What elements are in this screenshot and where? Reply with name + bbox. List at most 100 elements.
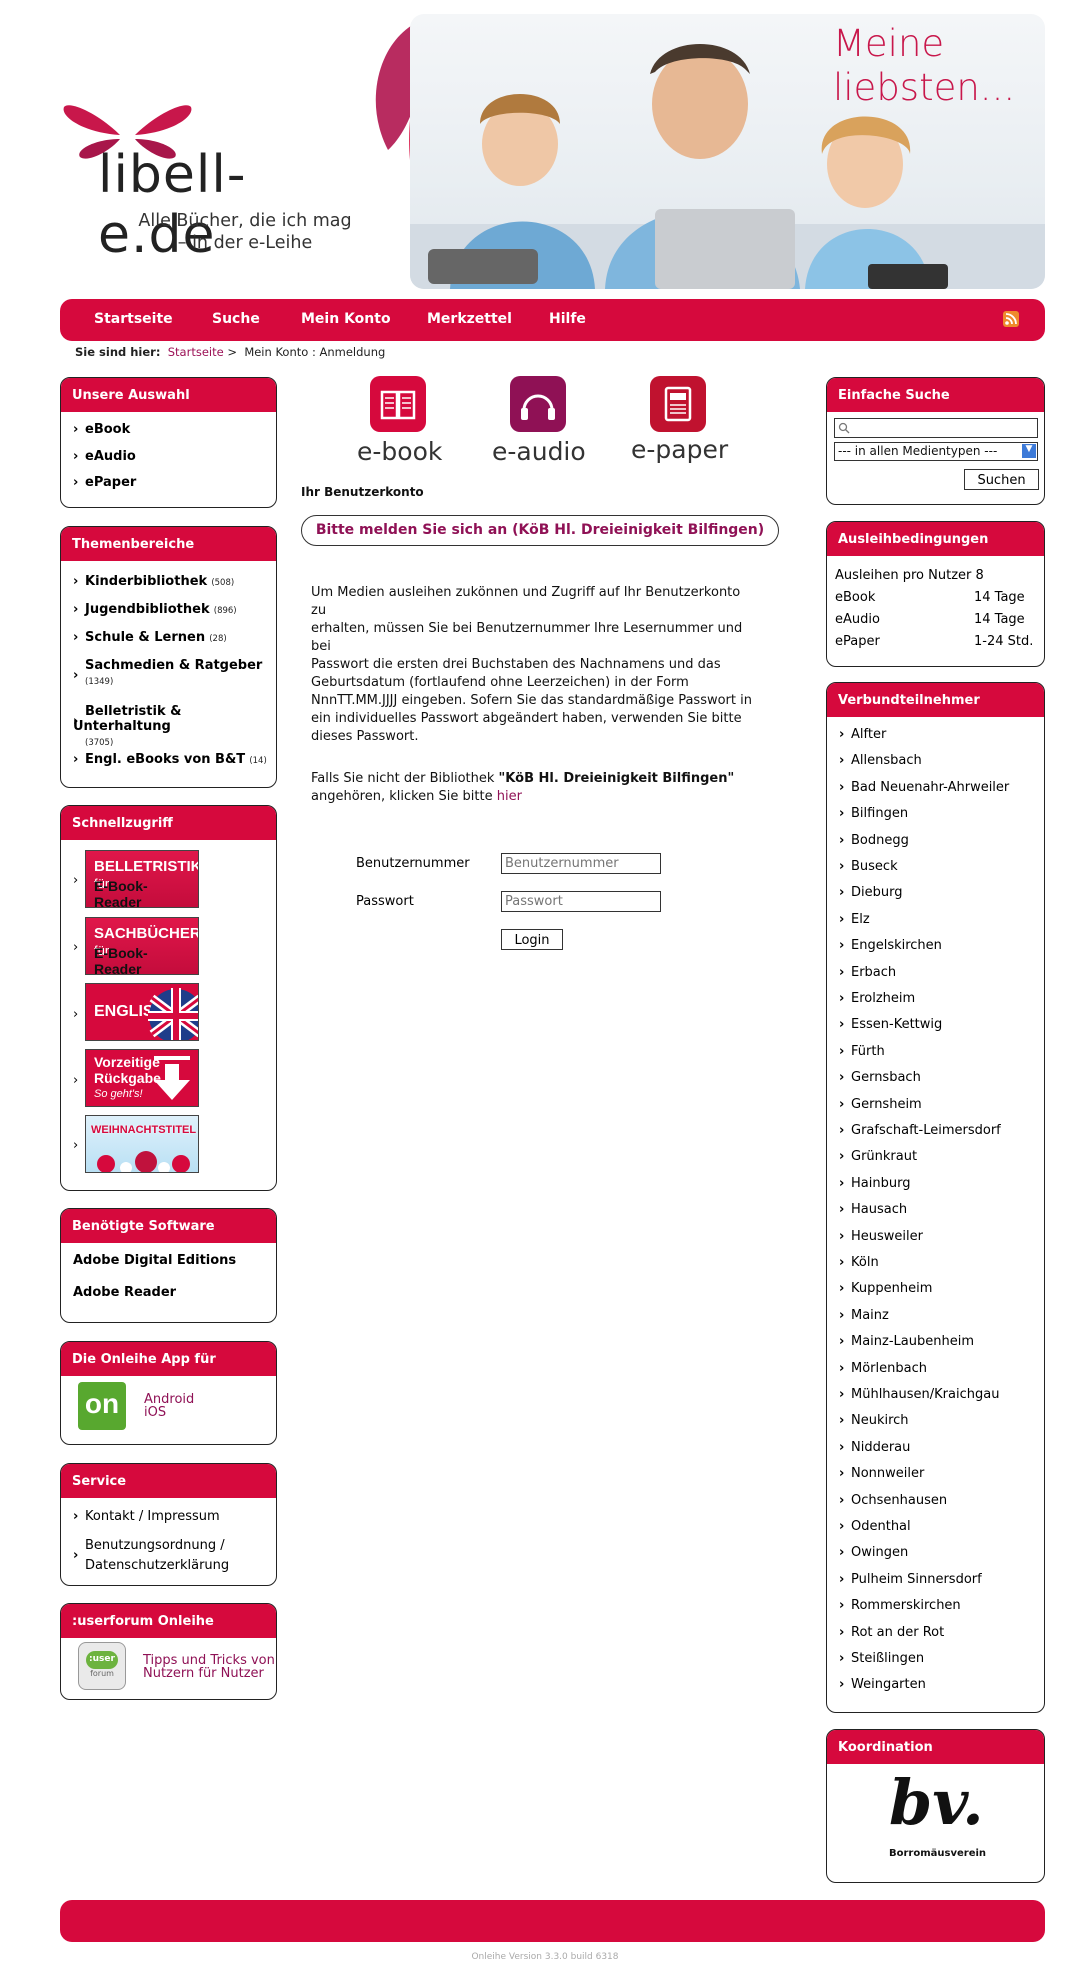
verbund-item[interactable]: › Heusweiler <box>839 1229 923 1244</box>
password-input[interactable] <box>501 891 661 912</box>
verbund-item[interactable]: › Kuppenheim <box>839 1281 932 1296</box>
promo-english[interactable]: ENGLISH <box>85 983 199 1041</box>
search-button[interactable]: Suchen <box>964 469 1039 490</box>
verbund-item[interactable]: › Rommerskirchen <box>839 1598 961 1613</box>
uk-flag-icon <box>148 988 198 1040</box>
verbund-item[interactable]: › Fürth <box>839 1044 885 1059</box>
verbund-item[interactable]: › Köln <box>839 1255 879 1270</box>
verbund-item[interactable]: › Bad Neuenahr-Ahrweiler <box>839 780 1009 795</box>
verbund-item[interactable]: › Neukirch <box>839 1413 909 1428</box>
auswahl-epaper-link[interactable]: › ePaper <box>73 475 136 490</box>
software-adobe-reader-link[interactable]: Adobe Reader <box>73 1285 176 1300</box>
chevron-right-icon: › <box>839 1624 845 1640</box>
version-text: Onleihe Version 3.3.0 build 6318 <box>471 1952 619 1962</box>
site-logo[interactable]: libell-e.de Alle Bücher, die ich mag – i… <box>60 95 360 275</box>
verbund-item[interactable]: › Mainz-Laubenheim <box>839 1334 974 1349</box>
verbund-item[interactable]: › Grünkraut <box>839 1149 917 1164</box>
eaudio-tile[interactable] <box>510 376 566 432</box>
themen-item[interactable]: › Kinderbibliothek (508) <box>73 574 234 589</box>
chevron-right-icon: › <box>73 714 79 729</box>
themen-item[interactable]: › Schule & Lernen (28) <box>73 630 227 645</box>
verbund-item[interactable]: › Nonnweiler <box>839 1466 924 1481</box>
verbund-item[interactable]: › Erbach <box>839 965 896 980</box>
verbund-item[interactable]: › Weingarten <box>839 1677 926 1692</box>
themen-item[interactable]: › Jugendbibliothek (896) <box>73 602 237 617</box>
verbund-item[interactable]: › Rot an der Rot <box>839 1625 944 1640</box>
verbund-item[interactable]: › Buseck <box>839 859 898 874</box>
account-heading: Ihr Benutzerkonto <box>301 485 424 499</box>
other-library-link[interactable]: hier <box>497 789 522 804</box>
box-verbundteilnehmer: Verbundteilnehmer › Alfter › Allensbach › Bad… <box>826 682 1045 1713</box>
username-input[interactable] <box>501 853 661 874</box>
footer-bar <box>60 1900 1045 1942</box>
themen-item[interactable]: › Belletristik & Unterhaltung (3705) <box>73 704 273 749</box>
verbund-item[interactable]: › Steißlingen <box>839 1651 924 1666</box>
verbund-item[interactable]: › Hausach <box>839 1202 907 1217</box>
search-icon <box>838 422 850 434</box>
login-button[interactable]: Login <box>501 929 563 950</box>
service-benutzungsordnung-link[interactable]: › Benutzungsordnung / Datenschutzerklärung <box>73 1536 229 1576</box>
verbund-item[interactable]: › Essen-Kettwig <box>839 1017 942 1032</box>
verbund-item[interactable]: › Allensbach <box>839 753 922 768</box>
verbund-item[interactable]: › Bodnegg <box>839 833 909 848</box>
promo-belletristik[interactable]: BELLETRISTIK für E-Book- Reader <box>85 850 199 908</box>
nav-startseite[interactable]: Startseite <box>94 311 173 327</box>
promo-sachbuecher[interactable]: SACHBÜCHER für E-Book- Reader <box>85 917 199 975</box>
verbund-item[interactable]: › Gernsbach <box>839 1070 921 1085</box>
verbund-item[interactable]: › Mainz <box>839 1308 889 1323</box>
verbund-item[interactable]: › Erolzheim <box>839 991 915 1006</box>
chevron-right-icon: › <box>73 940 79 955</box>
verbund-item[interactable]: › Pulheim Sinnersdorf <box>839 1572 982 1587</box>
nav-hilfe[interactable]: Hilfe <box>549 311 586 327</box>
chevron-right-icon: › <box>839 1202 845 1218</box>
verbund-item[interactable]: › Odenthal <box>839 1519 911 1534</box>
breadcrumb-home-link[interactable]: Startseite <box>168 345 224 359</box>
box-title: Themenbereiche <box>61 527 276 561</box>
ebook-tile[interactable] <box>370 376 426 432</box>
search-input[interactable] <box>834 418 1038 438</box>
themen-item[interactable]: › Sachmedien & Ratgeber (1349) <box>73 658 268 688</box>
software-adobe-de-link[interactable]: Adobe Digital Editions <box>73 1253 236 1268</box>
chevron-right-icon: › <box>73 602 79 617</box>
verbund-item[interactable]: › Owingen <box>839 1545 908 1560</box>
app-ios-link[interactable]: iOS <box>144 1405 166 1420</box>
verbund-item[interactable]: › Dieburg <box>839 885 902 900</box>
nav-suche[interactable]: Suche <box>212 311 260 327</box>
promo-rueckgabe[interactable]: Vorzeitige Rückgabe So geht's! <box>85 1049 199 1107</box>
nav-merkzettel[interactable]: Merkzettel <box>427 311 512 327</box>
verbund-item[interactable]: › Nidderau <box>839 1440 910 1455</box>
epaper-tile[interactable] <box>650 376 706 432</box>
chevron-right-icon: › <box>839 1492 845 1508</box>
verbund-item[interactable]: › Bilfingen <box>839 806 908 821</box>
chevron-right-icon: › <box>839 1360 845 1376</box>
login-info-text: Um Medien ausleihen zukönnen und Zugriff… <box>311 585 752 744</box>
service-kontakt-link[interactable]: › Kontakt / Impressum <box>73 1509 220 1524</box>
verbund-item[interactable]: › Engelskirchen <box>839 938 942 953</box>
mediatype-select[interactable]: --- in allen Medientypen --- ▼ <box>834 442 1038 461</box>
verbund-item[interactable]: › Elz <box>839 912 870 927</box>
verbund-item[interactable]: › Mühlhausen/Kraichgau <box>839 1387 999 1402</box>
verbund-item[interactable]: › Hainburg <box>839 1176 910 1191</box>
box-title: Unsere Auswahl <box>61 378 276 412</box>
chevron-right-icon: › <box>839 1307 845 1323</box>
promo-weihnachtstitel[interactable]: WEIHNACHTSTITEL <box>85 1115 199 1173</box>
nav-mein-konto[interactable]: Mein Konto <box>301 311 391 327</box>
chevron-right-icon: › <box>839 1519 845 1534</box>
box-title: Schnellzugriff <box>61 806 276 840</box>
themen-item[interactable]: › Engl. eBooks von B&T (14) <box>73 752 267 767</box>
borromaeusverein-logo[interactable]: bv. <box>889 1772 984 1834</box>
verbund-item[interactable]: › Mörlenbach <box>839 1361 927 1376</box>
rss-icon[interactable] <box>1003 311 1019 327</box>
chevron-right-icon: › <box>839 1598 845 1614</box>
chevron-right-icon: › <box>839 1281 845 1297</box>
auswahl-eaudio-link[interactable]: › eAudio <box>73 449 136 464</box>
verbund-item[interactable]: › Grafschaft-Leimersdorf <box>839 1123 1001 1138</box>
auswahl-ebook-link[interactable]: › eBook <box>73 422 130 437</box>
userforum-link[interactable]: Tipps und Tricks von Nutzern für Nutzer <box>143 1654 275 1680</box>
verbund-item[interactable]: › Ochsenhausen <box>839 1493 947 1508</box>
chevron-right-icon: › <box>839 1123 845 1138</box>
verbund-item[interactable]: › Gernsheim <box>839 1097 922 1112</box>
verbund-item[interactable]: › Alfter <box>839 727 886 742</box>
chevron-right-icon: › <box>839 1387 845 1402</box>
breadcrumb-current: Mein Konto : Anmeldung <box>244 345 386 359</box>
